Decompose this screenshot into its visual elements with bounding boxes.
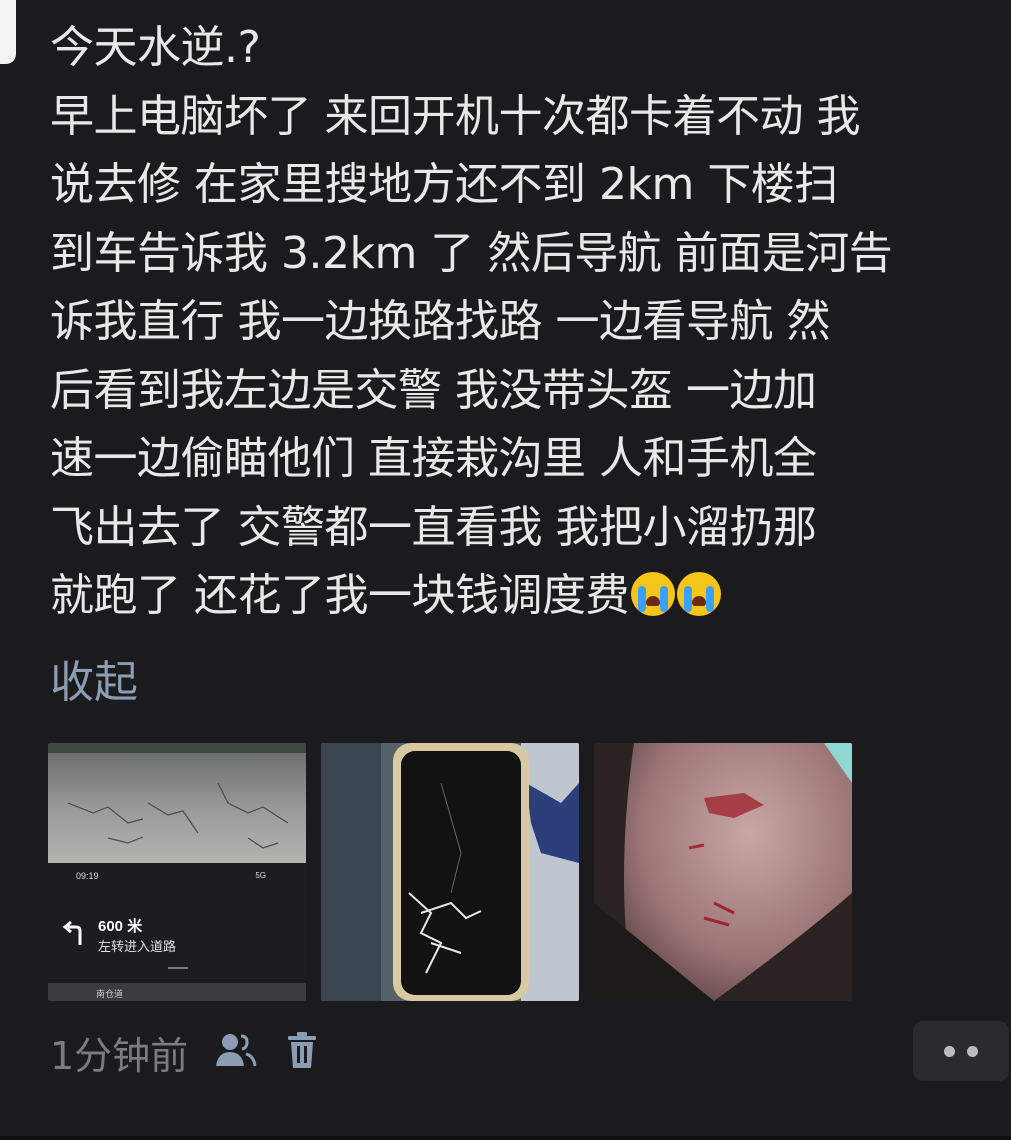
friends-visibility-icon[interactable] xyxy=(214,1030,258,1074)
turn-left-icon xyxy=(62,920,82,945)
post-line: 后看到我左边是交警 我没带头盔 一边加 xyxy=(50,364,817,416)
crying-emoji-icon xyxy=(677,572,721,616)
more-dots-icon xyxy=(967,1045,978,1057)
cracked-phone-photo xyxy=(321,743,579,1001)
crying-emoji-icon xyxy=(631,572,675,616)
nav-instruction: 左转进入道路 xyxy=(98,939,177,954)
trash-icon[interactable] xyxy=(284,1030,320,1074)
status-time: 09:19 xyxy=(76,871,99,881)
post-line: 今天水逆.? xyxy=(50,22,261,73)
corner-tab xyxy=(0,0,16,64)
post-last-line: 就跑了 还花了我一块钱调度费 xyxy=(50,562,1010,631)
post-line: 说去修 在家里搜地方还不到 2km 下楼扫 xyxy=(50,159,838,210)
navigation-card: 09:19 5G 600 米 左转进入道路 南仓道 xyxy=(48,863,306,1001)
image-thumbnail-cracked-phone[interactable] xyxy=(321,743,579,1001)
more-options-button[interactable] xyxy=(913,1021,1009,1081)
post-line: 飞出去了 交警都一直看我 我把小溜扔那 xyxy=(50,501,817,553)
post-meta: 1分钟前 xyxy=(50,1022,320,1082)
image-thumbnail-injury[interactable] xyxy=(594,743,852,1001)
post-timestamp: 1分钟前 xyxy=(50,1033,189,1078)
image-thumbnail-navigation[interactable]: 09:19 5G 600 米 左转进入道路 南仓道 xyxy=(48,743,306,1001)
bottom-divider xyxy=(0,1136,1011,1140)
injury-photo xyxy=(594,743,852,1001)
post-line: 速一边偷瞄他们 直接栽沟里 人和手机全 xyxy=(50,433,817,484)
post-line: 就跑了 还花了我一块钱调度费 xyxy=(50,570,630,621)
post-body: 今天水逆.? 早上电脑坏了 来回开机十次都卡着不动 我 说去修 在家里搜地方还不… xyxy=(50,14,1010,631)
more-dots-icon xyxy=(944,1045,955,1057)
collapse-link[interactable]: 收起 xyxy=(50,653,138,713)
status-signal: 5G xyxy=(255,871,266,880)
nav-distance: 600 米 xyxy=(98,918,143,935)
post-line: 诉我直行 我一边换路找路 一边看导航 然 xyxy=(50,296,830,347)
post-line: 到车告诉我 3.2km 了 然后导航 前面是河告 xyxy=(50,227,893,279)
post-line: 早上电脑坏了 来回开机十次都卡着不动 我 xyxy=(50,90,860,142)
next-road-bar xyxy=(48,983,306,1001)
next-road: 南仓道 xyxy=(96,989,124,999)
